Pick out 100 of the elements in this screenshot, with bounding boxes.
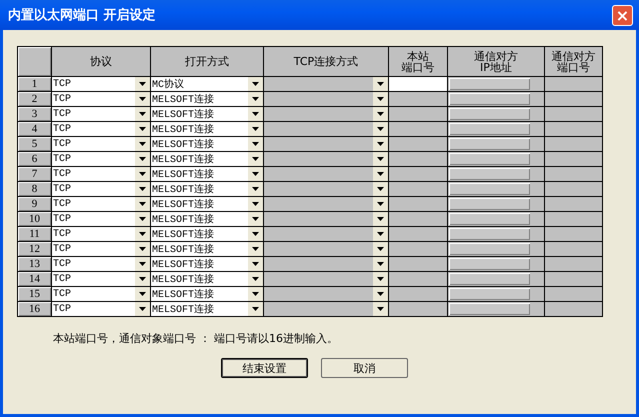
open-method-dropdown[interactable]: MELSOFT连接 — [150, 272, 264, 286]
tcp-connection-dropdown[interactable] — [264, 226, 388, 242]
protocol-dropdown[interactable]: TCP — [52, 92, 150, 106]
remote-port-cell[interactable] — [544, 242, 602, 256]
protocol-dropdown[interactable]: TCP — [52, 302, 150, 316]
ip-address-cell[interactable] — [449, 123, 530, 135]
window-title: 内置以太网端口 开启设定 — [8, 6, 156, 24]
remote-port-cell[interactable] — [544, 106, 602, 122]
tcp-connection-dropdown[interactable] — [264, 92, 388, 106]
open-method-dropdown[interactable]: MELSOFT连接 — [150, 182, 264, 196]
protocol-dropdown[interactable]: TCP — [52, 152, 150, 166]
dialog-button[interactable]: 结束设置 — [221, 358, 308, 378]
tcp-connection-dropdown[interactable] — [264, 286, 388, 302]
row-number: 4 — [18, 122, 52, 136]
open-method-dropdown[interactable]: MELSOFT连接 — [150, 136, 264, 152]
ip-address-cell[interactable] — [449, 213, 530, 225]
remote-port-cell[interactable] — [544, 286, 602, 302]
remote-port-cell[interactable] — [544, 152, 602, 166]
ip-address-cell[interactable] — [449, 78, 530, 90]
column-header-line: IP地址 — [480, 62, 512, 72]
protocol-dropdown[interactable]: TCP — [52, 286, 150, 302]
column-header-line: 端口号 — [400, 62, 436, 72]
row-number: 6 — [18, 152, 52, 166]
ip-address-cell[interactable] — [449, 138, 530, 150]
ip-address-cell[interactable] — [449, 273, 530, 285]
protocol-dropdown[interactable]: TCP — [52, 272, 150, 286]
ip-address-cell[interactable] — [449, 168, 530, 180]
remote-port-cell[interactable] — [544, 272, 602, 286]
column-header-line: 通信对方 — [550, 50, 596, 62]
protocol-dropdown[interactable]: TCP — [52, 212, 150, 226]
remote-port-cell[interactable] — [544, 226, 602, 242]
open-method-dropdown[interactable]: MELSOFT连接 — [150, 286, 264, 302]
protocol-dropdown[interactable]: TCP — [52, 136, 150, 152]
protocol-dropdown[interactable]: TCP — [52, 182, 150, 196]
remote-port-cell[interactable] — [544, 136, 602, 152]
remote-port-cell[interactable] — [544, 182, 602, 196]
remote-port-cell[interactable] — [544, 256, 602, 272]
remote-port-cell[interactable] — [544, 92, 602, 106]
tcp-connection-dropdown[interactable] — [264, 302, 388, 316]
row-number: 5 — [18, 136, 52, 152]
column-header-line: 通信对方 — [473, 50, 519, 62]
open-method-dropdown[interactable]: MC协议 — [150, 76, 264, 92]
ip-address-cell[interactable] — [449, 93, 530, 105]
ip-address-cell[interactable] — [449, 183, 530, 195]
remote-port-cell[interactable] — [544, 196, 602, 212]
ip-address-cell[interactable] — [449, 108, 530, 120]
row-number: 2 — [18, 92, 52, 106]
tcp-connection-dropdown[interactable] — [264, 256, 388, 272]
protocol-dropdown[interactable]: TCP — [52, 76, 150, 92]
tcp-connection-dropdown[interactable] — [264, 212, 388, 226]
open-method-dropdown[interactable]: MELSOFT连接 — [150, 242, 264, 256]
ip-address-cell[interactable] — [449, 228, 530, 240]
protocol-dropdown[interactable]: TCP — [52, 226, 150, 242]
protocol-dropdown[interactable]: TCP — [52, 242, 150, 256]
open-method-dropdown[interactable]: MELSOFT连接 — [150, 256, 264, 272]
ip-address-cell[interactable] — [449, 153, 530, 165]
ip-address-cell[interactable] — [449, 288, 530, 300]
open-method-dropdown[interactable]: MELSOFT连接 — [150, 212, 264, 226]
remote-port-cell[interactable] — [544, 166, 602, 182]
row-number: 1 — [18, 76, 52, 92]
tcp-connection-dropdown[interactable] — [264, 166, 388, 182]
open-method-dropdown[interactable]: MELSOFT连接 — [150, 196, 264, 212]
ip-address-cell[interactable] — [449, 258, 530, 270]
remote-port-cell[interactable] — [544, 302, 602, 316]
tcp-connection-dropdown[interactable] — [264, 136, 388, 152]
open-method-dropdown[interactable]: MELSOFT连接 — [150, 122, 264, 136]
protocol-dropdown[interactable]: TCP — [52, 166, 150, 182]
tcp-connection-dropdown[interactable] — [264, 122, 388, 136]
open-method-dropdown[interactable]: MELSOFT连接 — [150, 302, 264, 316]
protocol-dropdown[interactable]: TCP — [52, 196, 150, 212]
tcp-connection-dropdown[interactable] — [264, 196, 388, 212]
hint-text: 本站端口号，通信对象端口号 ： 端口号请以16进制输入。 — [53, 331, 339, 346]
row-number: 7 — [18, 166, 52, 182]
protocol-dropdown[interactable]: TCP — [52, 256, 150, 272]
remote-port-cell[interactable] — [544, 122, 602, 136]
tcp-connection-dropdown[interactable] — [264, 272, 388, 286]
ip-address-cell[interactable] — [449, 303, 530, 315]
row-number: 9 — [18, 196, 52, 212]
open-method-dropdown[interactable]: MELSOFT连接 — [150, 106, 264, 122]
ip-address-cell[interactable] — [449, 243, 530, 255]
open-method-dropdown[interactable]: MELSOFT连接 — [150, 152, 264, 166]
open-method-dropdown[interactable]: MELSOFT连接 — [150, 166, 264, 182]
remote-port-cell[interactable] — [544, 76, 602, 92]
tcp-connection-dropdown[interactable] — [264, 242, 388, 256]
open-method-dropdown[interactable]: MELSOFT连接 — [150, 92, 264, 106]
dialog-button[interactable]: 取消 — [321, 358, 408, 378]
remote-port-cell[interactable] — [544, 212, 602, 226]
ip-address-cell[interactable] — [449, 198, 530, 210]
tcp-connection-dropdown[interactable] — [264, 106, 388, 122]
tcp-connection-dropdown[interactable] — [264, 152, 388, 166]
tcp-connection-dropdown[interactable] — [264, 76, 388, 92]
row-number: 10 — [18, 212, 52, 226]
column-header-line: TCP连接方式 — [292, 56, 360, 67]
open-method-dropdown[interactable]: MELSOFT连接 — [150, 226, 264, 242]
protocol-dropdown[interactable]: TCP — [52, 106, 150, 122]
protocol-dropdown[interactable]: TCP — [52, 122, 150, 136]
local-port-cell[interactable] — [388, 76, 448, 92]
column-header-line: 本站 — [407, 50, 429, 62]
close-button[interactable]: × — [612, 4, 633, 26]
tcp-connection-dropdown[interactable] — [264, 182, 388, 196]
